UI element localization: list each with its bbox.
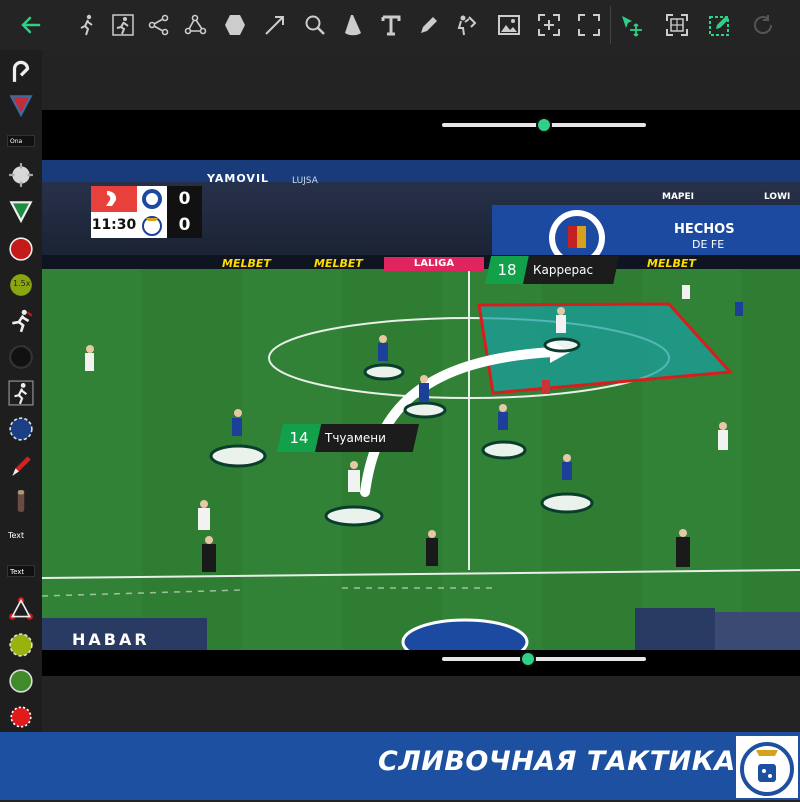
bottom-timeline-knob[interactable] <box>520 651 536 667</box>
text-tag-tool[interactable]: Text <box>7 565 35 577</box>
green-circle-icon[interactable] <box>6 666 36 696</box>
ad-mapei: MAPEI <box>662 192 695 202</box>
tag-label-one[interactable]: Ona <box>7 135 35 147</box>
channel-title: СЛИВОЧНАЯ ТАКТИКА <box>378 746 736 777</box>
text-tool-icon[interactable] <box>374 8 408 42</box>
player-run-icon[interactable] <box>106 8 140 42</box>
cylinder-icon[interactable] <box>6 486 36 516</box>
target-marker-icon[interactable] <box>6 160 36 190</box>
move-select-icon[interactable] <box>614 8 648 42</box>
ad-melbet-3: MELBET <box>647 257 696 270</box>
arrow-tool-icon[interactable] <box>258 8 292 42</box>
ad-melbet-2: MELBET <box>314 257 363 270</box>
player-name-carreras: Каррерас <box>523 256 619 284</box>
ad-yamovil: YAMOVIL <box>207 172 270 185</box>
toolbar-divider <box>610 6 611 44</box>
polygon-zone-icon[interactable] <box>218 8 252 42</box>
red-dot-icon[interactable] <box>6 702 36 732</box>
dark-circle-icon[interactable] <box>6 342 36 372</box>
left-sidebar: Ona 1.5x Text Text <box>0 50 42 732</box>
away-score: 0 <box>167 212 202 238</box>
bench-banner: HABAR <box>72 630 150 649</box>
player-name-tchouameni: Тчуамени <box>315 424 419 452</box>
zoom-frame-icon[interactable] <box>532 8 566 42</box>
text-plain-tool[interactable]: Text <box>8 531 24 540</box>
spotlight-icon[interactable] <box>336 8 370 42</box>
connect-lines-icon[interactable] <box>178 8 212 42</box>
stand-text-2: DE FE <box>692 238 725 251</box>
red-marker-icon[interactable] <box>6 450 36 480</box>
player-cutout-icon[interactable] <box>450 8 484 42</box>
pass-network-icon[interactable] <box>142 8 176 42</box>
pen-icon[interactable] <box>412 8 446 42</box>
network-red-icon[interactable] <box>6 594 36 624</box>
player-label-carreras[interactable]: 18 Каррерас <box>485 256 619 284</box>
match-clock: 11:30 <box>91 212 137 238</box>
edit-box-icon[interactable] <box>703 8 737 42</box>
ad-lujsa: LUJSA <box>292 176 318 186</box>
laliga-logo <box>91 186 137 212</box>
image-icon[interactable] <box>492 8 526 42</box>
bottom-timeline-slider[interactable] <box>442 651 646 667</box>
channel-logo-icon <box>736 736 798 798</box>
player-box-icon[interactable] <box>6 378 36 408</box>
undo-icon[interactable] <box>746 8 780 42</box>
grid-frame-icon[interactable] <box>660 8 694 42</box>
magnifier-icon[interactable] <box>298 8 332 42</box>
player-number-18: 18 <box>485 256 529 284</box>
crop-frame-icon[interactable] <box>572 8 606 42</box>
player-sprint-icon[interactable] <box>6 306 36 336</box>
ad-lowi: LOWI <box>764 192 791 202</box>
stand-text-1: HECHOS <box>674 222 735 237</box>
back-arrow-icon[interactable] <box>14 8 48 42</box>
shape-picker-icon[interactable] <box>6 56 36 86</box>
green-triangle-icon[interactable] <box>6 196 36 226</box>
player-label-tchouameni[interactable]: 14 Тчуамени <box>277 424 419 452</box>
red-circle-icon[interactable] <box>6 234 36 264</box>
player-move-icon[interactable] <box>70 8 104 42</box>
ad-laliga: LALIGA <box>384 257 484 271</box>
scoreboard: 0 11:30 0 <box>91 186 202 238</box>
color-triangle-icon[interactable] <box>6 90 36 120</box>
player-number-14: 14 <box>277 424 321 452</box>
speed-badge-label: 1.5x <box>13 279 31 288</box>
blue-circle-icon[interactable] <box>6 414 36 444</box>
getafe-crest-icon <box>137 186 167 212</box>
top-timeline-knob[interactable] <box>536 117 552 133</box>
home-score: 0 <box>167 186 202 212</box>
real-madrid-crest-icon <box>137 212 167 238</box>
top-timeline-slider[interactable] <box>442 117 646 133</box>
top-toolbar <box>0 0 800 50</box>
ad-melbet-1: MELBET <box>222 257 271 270</box>
yellow-circle-icon[interactable] <box>6 630 36 660</box>
